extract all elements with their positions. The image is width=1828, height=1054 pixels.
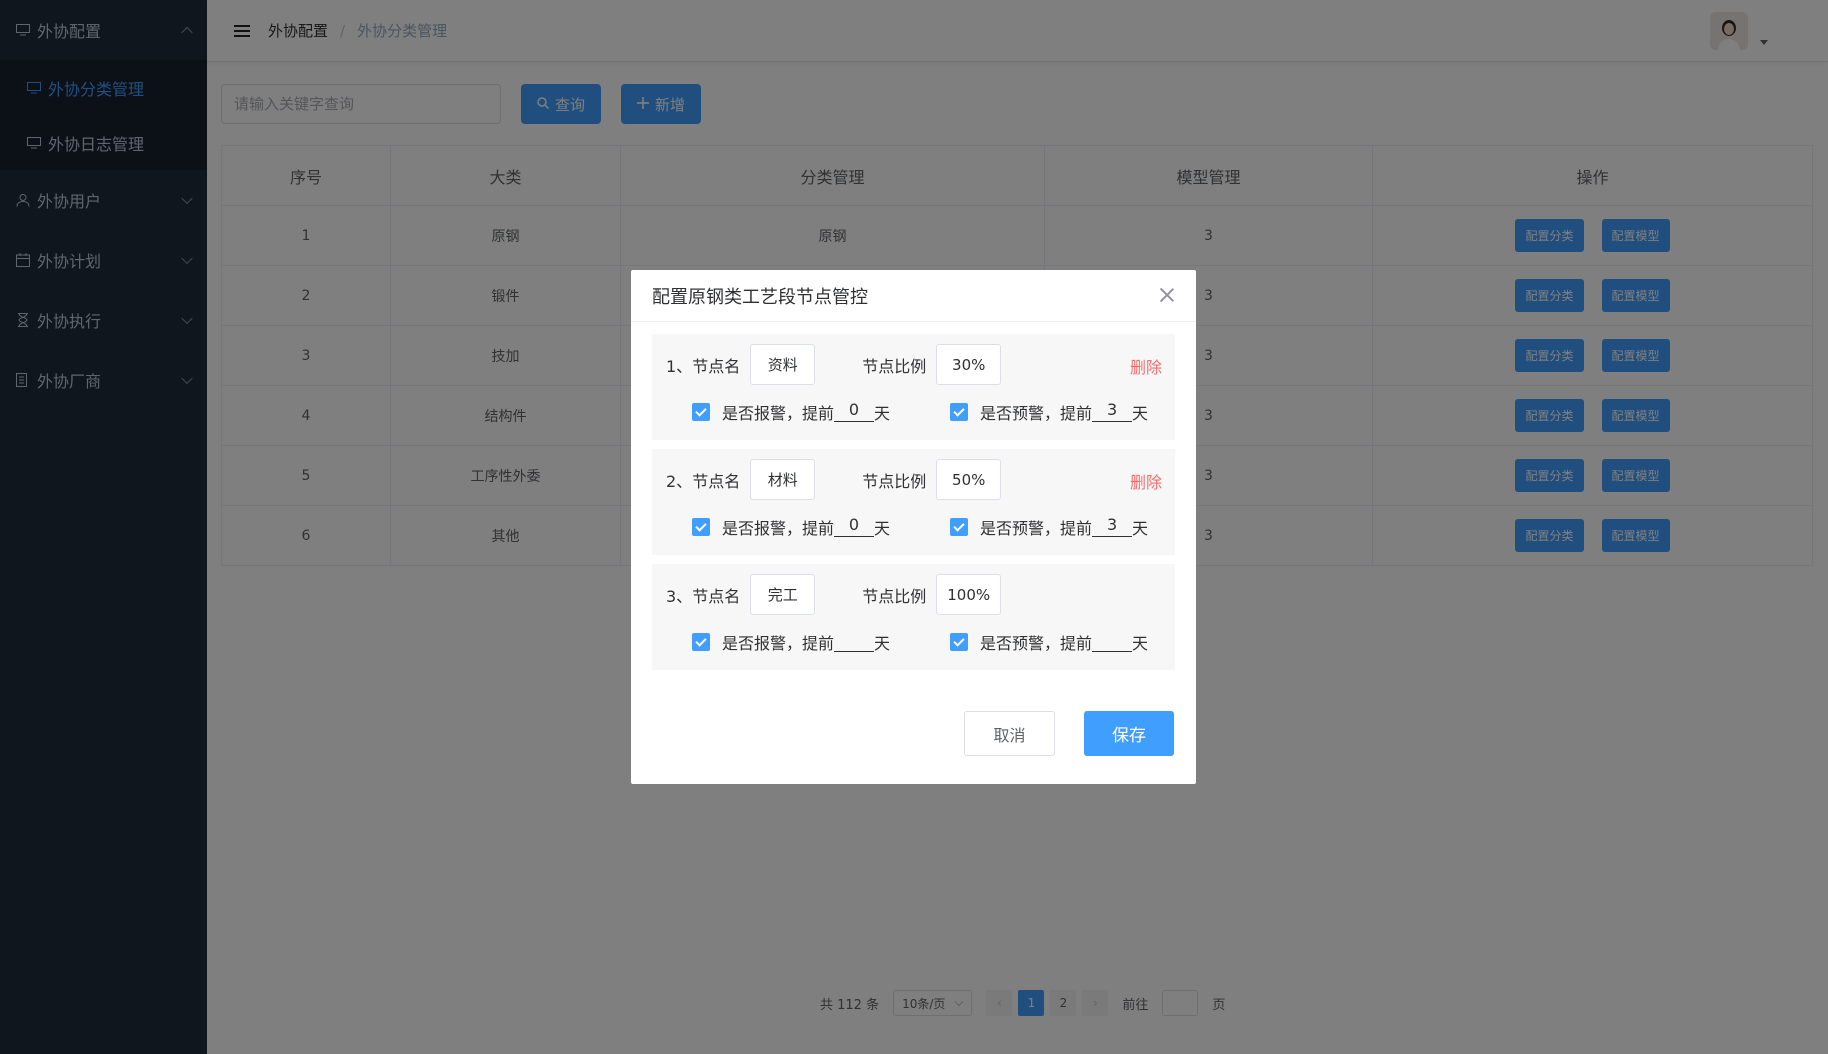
delete-node-link[interactable]: 删除 — [1130, 354, 1162, 378]
alarm-days-input[interactable]: 0 — [834, 402, 875, 422]
warn-checkbox[interactable] — [950, 403, 969, 421]
node-alert-row: 是否报警，提前 0 天 是否预警，提前 3 天 — [692, 400, 1148, 424]
node-ratio-input[interactable]: 50% — [936, 459, 1002, 500]
node-ratio-label: 节点比例 — [862, 356, 927, 376]
node-row: 2、 节点名 材料 节点比例 50% 删除 — [666, 459, 1162, 500]
warn-label: 是否预警，提前 — [980, 519, 1093, 538]
warn-label: 是否预警，提前 — [980, 634, 1093, 653]
node-alert-row: 是否报警，提前 天 是否预警，提前 天 — [692, 630, 1148, 654]
node-name-label: 节点名 — [692, 356, 741, 376]
dialog-header: 配置原钢类工艺段节点管控 — [631, 270, 1196, 322]
node-name-label: 节点名 — [692, 471, 741, 491]
warn-label: 是否预警，提前 — [980, 404, 1093, 423]
alarm-days-input[interactable]: 0 — [834, 517, 875, 537]
node-block: 3、 节点名 完工 节点比例 100% 是否报警，提前 天 是否预警，提前 天 — [652, 564, 1175, 670]
cancel-button[interactable]: 取消 — [964, 711, 1055, 756]
day-label: 天 — [1132, 519, 1149, 538]
node-block: 1、 节点名 资料 节点比例 30% 删除 是否报警，提前 0 天 是否预警，提… — [652, 334, 1175, 440]
day-label: 天 — [874, 519, 891, 538]
alarm-days-input[interactable] — [834, 632, 875, 652]
node-prefix: 1、 — [666, 356, 693, 376]
node-alert-row: 是否报警，提前 0 天 是否预警，提前 3 天 — [692, 515, 1148, 539]
warn-group: 是否预警，提前 3 天 — [950, 400, 1148, 424]
alarm-label: 是否报警，提前 — [722, 519, 835, 538]
day-label: 天 — [1132, 634, 1149, 653]
alarm-checkbox[interactable] — [692, 518, 710, 536]
warn-group: 是否预警，提前 3 天 — [950, 515, 1148, 539]
node-ratio-input[interactable]: 100% — [936, 574, 1002, 615]
close-icon[interactable] — [1160, 288, 1174, 302]
node-ratio-label: 节点比例 — [862, 586, 927, 606]
delete-node-link[interactable]: 删除 — [1130, 469, 1162, 493]
node-config-dialog: 配置原钢类工艺段节点管控 1、 节点名 资料 节点比例 30% 删除 是否报警，… — [631, 270, 1196, 784]
warn-days-input[interactable]: 3 — [1092, 402, 1133, 422]
dialog-footer: 取消 保存 — [964, 711, 1174, 756]
node-row: 3、 节点名 完工 节点比例 100% — [666, 574, 1162, 615]
alarm-label: 是否报警，提前 — [722, 404, 835, 423]
node-name-label: 节点名 — [692, 586, 741, 606]
node-prefix: 3、 — [666, 586, 693, 606]
warn-checkbox[interactable] — [950, 633, 969, 651]
node-ratio-input[interactable]: 30% — [936, 344, 1002, 385]
warn-days-input[interactable] — [1092, 632, 1133, 652]
warn-days-input[interactable]: 3 — [1092, 517, 1133, 537]
day-label: 天 — [874, 404, 891, 423]
node-block: 2、 节点名 材料 节点比例 50% 删除 是否报警，提前 0 天 是否预警，提… — [652, 449, 1175, 555]
node-prefix: 2、 — [666, 471, 693, 491]
alarm-label: 是否报警，提前 — [722, 634, 835, 653]
alarm-checkbox[interactable] — [692, 633, 710, 651]
node-row: 1、 节点名 资料 节点比例 30% 删除 — [666, 344, 1162, 385]
node-ratio-label: 节点比例 — [862, 471, 927, 491]
day-label: 天 — [874, 634, 891, 653]
alarm-checkbox[interactable] — [692, 403, 710, 421]
save-button[interactable]: 保存 — [1084, 711, 1174, 756]
dialog-title: 配置原钢类工艺段节点管控 — [652, 286, 868, 308]
warn-checkbox[interactable] — [950, 518, 969, 536]
day-label: 天 — [1132, 404, 1149, 423]
node-name-input[interactable]: 材料 — [750, 459, 816, 500]
node-name-input[interactable]: 完工 — [750, 574, 816, 615]
warn-group: 是否预警，提前 天 — [950, 630, 1148, 654]
node-name-input[interactable]: 资料 — [750, 344, 816, 385]
